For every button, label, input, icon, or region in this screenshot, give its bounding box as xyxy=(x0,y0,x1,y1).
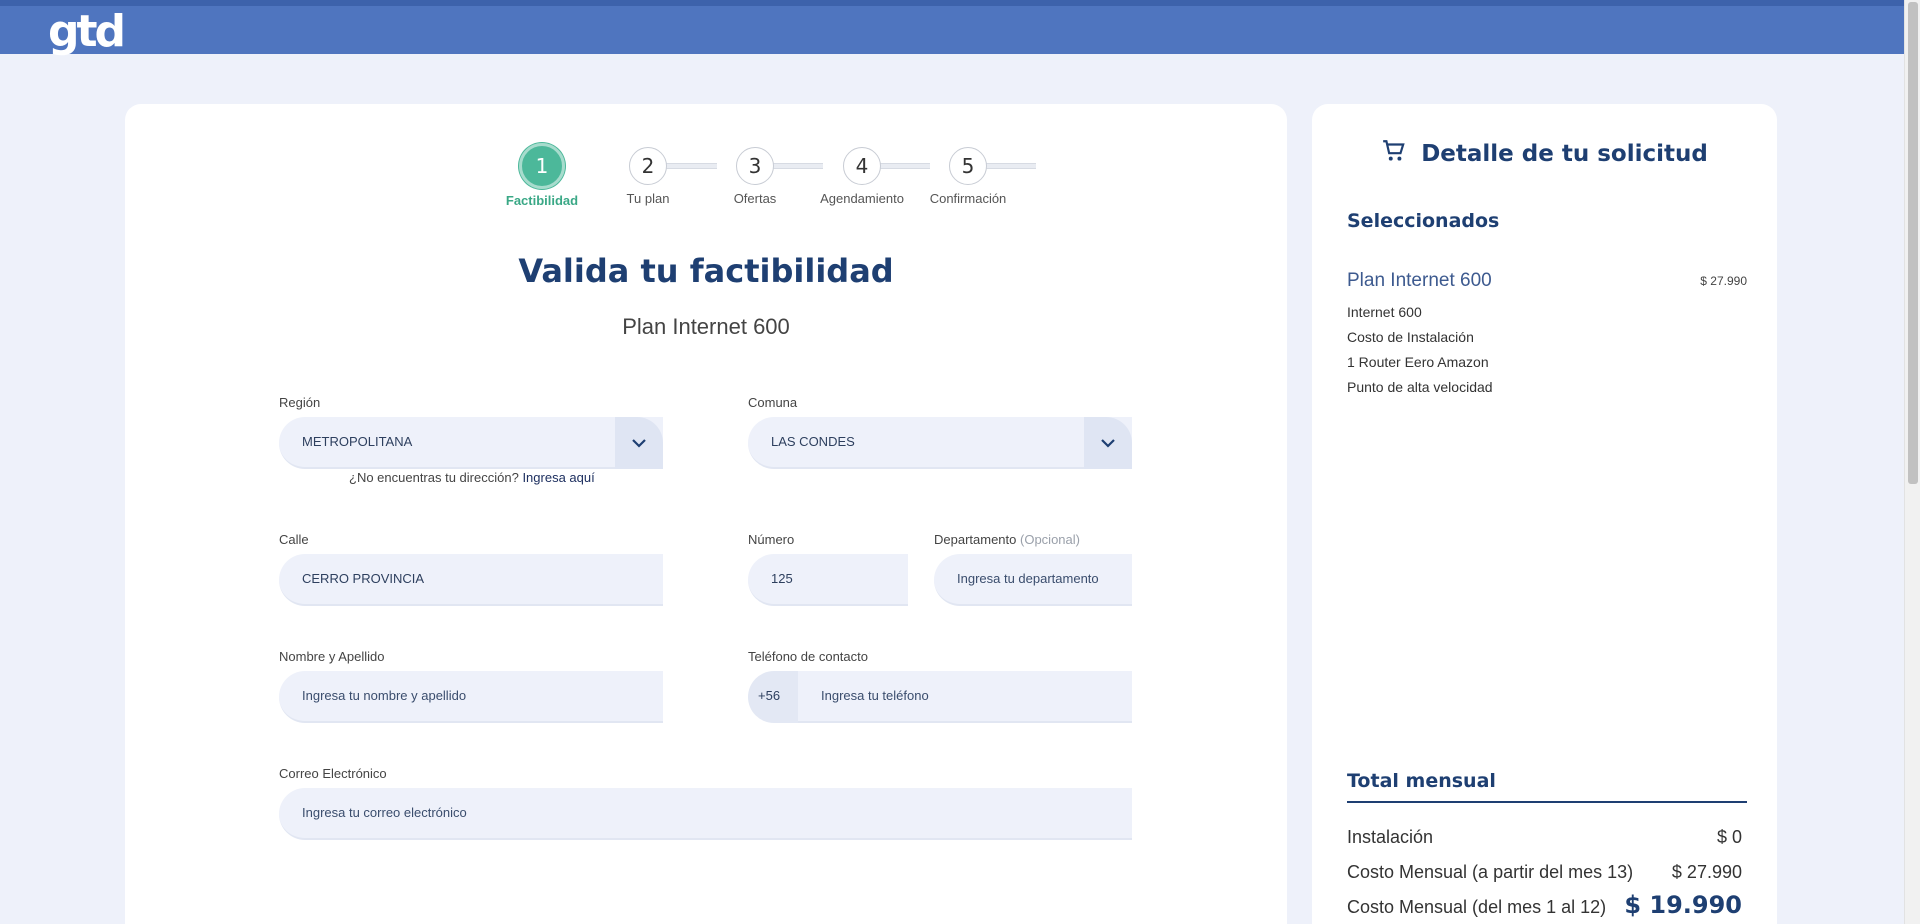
nombre-input[interactable]: Ingresa tu nombre y apellido xyxy=(279,671,663,723)
list-item: Costo de Instalación xyxy=(1347,329,1474,345)
correo-placeholder: Ingresa tu correo electrónico xyxy=(302,805,467,820)
step-number: 3 xyxy=(736,147,774,185)
step-label: Agendamiento xyxy=(820,191,904,206)
comuna-label: Comuna xyxy=(748,395,798,410)
telefono-input[interactable]: Ingresa tu teléfono xyxy=(798,671,1132,723)
monthly-promo-value: $ 19.990 xyxy=(1624,891,1742,919)
list-item: Punto de alta velocidad xyxy=(1347,379,1493,395)
total-heading: Total mensual xyxy=(1347,770,1496,792)
numero-label: Número xyxy=(748,532,795,547)
address-helper-text: ¿No encuentras tu dirección? xyxy=(349,470,519,485)
address-helper: ¿No encuentras tu dirección? Ingresa aqu… xyxy=(349,470,595,485)
phone-prefix: +56 xyxy=(748,671,798,723)
numero-value: 125 xyxy=(771,571,793,586)
chevron-down-icon[interactable] xyxy=(1084,417,1132,469)
step-agendamiento: 4 Agendamiento xyxy=(812,144,912,206)
optional-tag: (Opcional) xyxy=(1020,532,1080,547)
nombre-placeholder: Ingresa tu nombre y apellido xyxy=(302,688,467,703)
plan-subtitle: Plan Internet 600 xyxy=(622,314,790,339)
calle-label: Calle xyxy=(279,532,309,547)
comuna-value: LAS CONDES xyxy=(771,434,855,449)
scrollbar-thumb[interactable] xyxy=(1908,2,1918,484)
step-label: Factibilidad xyxy=(505,193,579,208)
monthly-after-value: $ 27.990 xyxy=(1671,862,1742,882)
monthly-promo-label: Costo Mensual (del mes 1 al 12) xyxy=(1347,897,1607,917)
nombre-label: Nombre y Apellido xyxy=(279,649,385,664)
region-label: Región xyxy=(279,395,321,410)
cart-icon xyxy=(1381,138,1407,170)
page-scrollbar[interactable] xyxy=(1904,0,1920,924)
step-confirmacion: 5 Confirmación xyxy=(918,144,1018,206)
order-summary-card: Detalle de tu solicitud Seleccionados Pl… xyxy=(1312,104,1777,924)
region-value: METROPOLITANA xyxy=(302,434,413,449)
departamento-input[interactable]: Ingresa tu departamento xyxy=(934,554,1132,606)
step-number: 2 xyxy=(629,147,667,185)
telefono-label: Teléfono de contacto xyxy=(748,649,868,664)
enter-address-link[interactable]: Ingresa aquí xyxy=(522,470,594,485)
numero-input[interactable]: 125 xyxy=(748,554,908,606)
selected-plan-name: Plan Internet 600 xyxy=(1347,270,1492,291)
list-item: Internet 600 xyxy=(1347,304,1422,320)
selected-plan-price: $ 27.990 xyxy=(1700,274,1747,288)
list-item: 1 Router Eero Amazon xyxy=(1347,354,1489,370)
feasibility-form-card: 1 Factibilidad 2 Tu plan 3 Ofertas 4 Age… xyxy=(125,104,1287,924)
gtd-logo[interactable]: gtd xyxy=(48,10,126,54)
calle-value: CERRO PROVINCIA xyxy=(302,571,425,586)
step-ofertas: 3 Ofertas xyxy=(705,144,805,206)
departamento-placeholder: Ingresa tu departamento xyxy=(957,571,1099,586)
region-select[interactable]: METROPOLITANA xyxy=(279,417,663,469)
selected-heading: Seleccionados xyxy=(1347,210,1500,232)
step-number: 1 xyxy=(519,143,565,189)
step-label: Ofertas xyxy=(733,191,777,206)
installation-label: Instalación xyxy=(1347,827,1434,847)
step-tu-plan: 2 Tu plan xyxy=(598,144,698,206)
chevron-down-icon[interactable] xyxy=(615,417,663,469)
step-label: Tu plan xyxy=(626,191,670,206)
summary-title: Detalle de tu solicitud xyxy=(1312,138,1777,170)
summary-title-text: Detalle de tu solicitud xyxy=(1421,141,1708,167)
departamento-label: Departamento (Opcional) xyxy=(934,532,1080,547)
progress-stepper: 1 Factibilidad 2 Tu plan 3 Ofertas 4 Age… xyxy=(125,143,1287,214)
top-header: gtd xyxy=(0,0,1904,54)
installation-value: $ 0 xyxy=(1716,827,1742,847)
step-label: Confirmación xyxy=(929,191,1007,206)
monthly-after-label: Costo Mensual (a partir del mes 13) xyxy=(1347,862,1634,882)
page-title: Valida tu factibilidad xyxy=(518,252,894,290)
correo-input[interactable]: Ingresa tu correo electrónico xyxy=(279,788,1132,840)
step-factibilidad: 1 Factibilidad xyxy=(492,143,592,208)
comuna-select[interactable]: LAS CONDES xyxy=(748,417,1132,469)
telefono-placeholder: Ingresa tu teléfono xyxy=(821,688,929,703)
step-number: 5 xyxy=(949,147,987,185)
correo-label: Correo Electrónico xyxy=(279,766,387,781)
step-number: 4 xyxy=(843,147,881,185)
total-divider xyxy=(1347,801,1747,803)
calle-input[interactable]: CERRO PROVINCIA xyxy=(279,554,663,606)
departamento-label-text: Departamento xyxy=(934,532,1017,547)
